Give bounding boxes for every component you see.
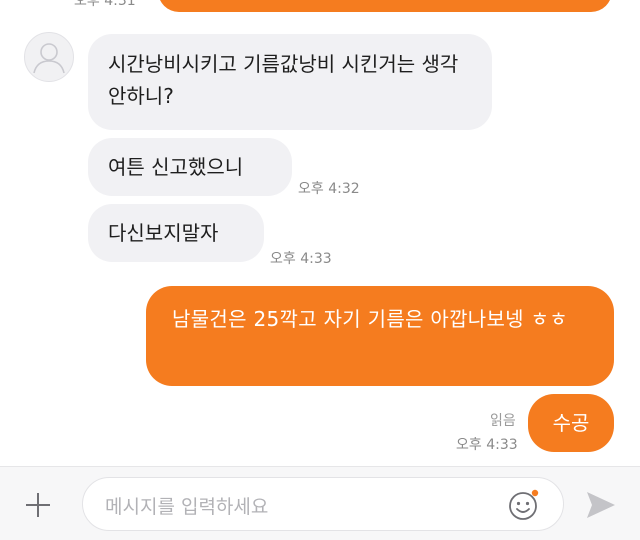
message-time: 오후 4:33 xyxy=(270,251,332,267)
message-text: 수공 xyxy=(552,411,590,435)
outgoing-message[interactable]: 남물건은 25깍고 자기 기름은 아깝나보넹 ㅎㅎ xyxy=(146,286,614,386)
incoming-message[interactable]: 여튼 신고했으니 xyxy=(88,138,292,196)
incoming-message[interactable]: 시간낭비시키고 기름값낭비 시킨거는 생각안하니? xyxy=(88,34,492,130)
message-text: 남물건은 25깍고 자기 기름은 아깝나보넹 ㅎㅎ xyxy=(172,307,568,331)
chat-area: 오후 4:31 시간낭비시키고 기름값낭비 시킨거는 생각안하니? 여튼 신고했… xyxy=(0,0,640,466)
avatar-placeholder-icon xyxy=(33,43,65,74)
previous-outgoing-bubble xyxy=(158,0,612,12)
plus-icon[interactable] xyxy=(20,487,56,523)
message-input[interactable]: 메시지를 입력하세요 xyxy=(82,477,564,531)
incoming-message[interactable]: 다신보지말자 xyxy=(88,204,264,262)
input-placeholder: 메시지를 입력하세요 xyxy=(105,496,269,518)
message-text: 여튼 신고했으니 xyxy=(108,155,244,179)
read-receipt: 읽음 xyxy=(490,413,516,429)
emoji-icon[interactable] xyxy=(507,488,541,522)
message-text: 다신보지말자 xyxy=(108,221,219,245)
message-time: 오후 4:32 xyxy=(298,181,360,197)
send-icon[interactable] xyxy=(584,489,618,521)
message-text: 시간낭비시키고 기름값낭비 시킨거는 생각안하니? xyxy=(108,52,459,108)
avatar[interactable] xyxy=(24,32,74,82)
message-input-bar: 메시지를 입력하세요 xyxy=(0,466,640,540)
outgoing-message[interactable]: 수공 xyxy=(528,394,614,452)
message-time: 오후 4:33 xyxy=(456,437,518,453)
message-time: 오후 4:31 xyxy=(74,0,136,9)
